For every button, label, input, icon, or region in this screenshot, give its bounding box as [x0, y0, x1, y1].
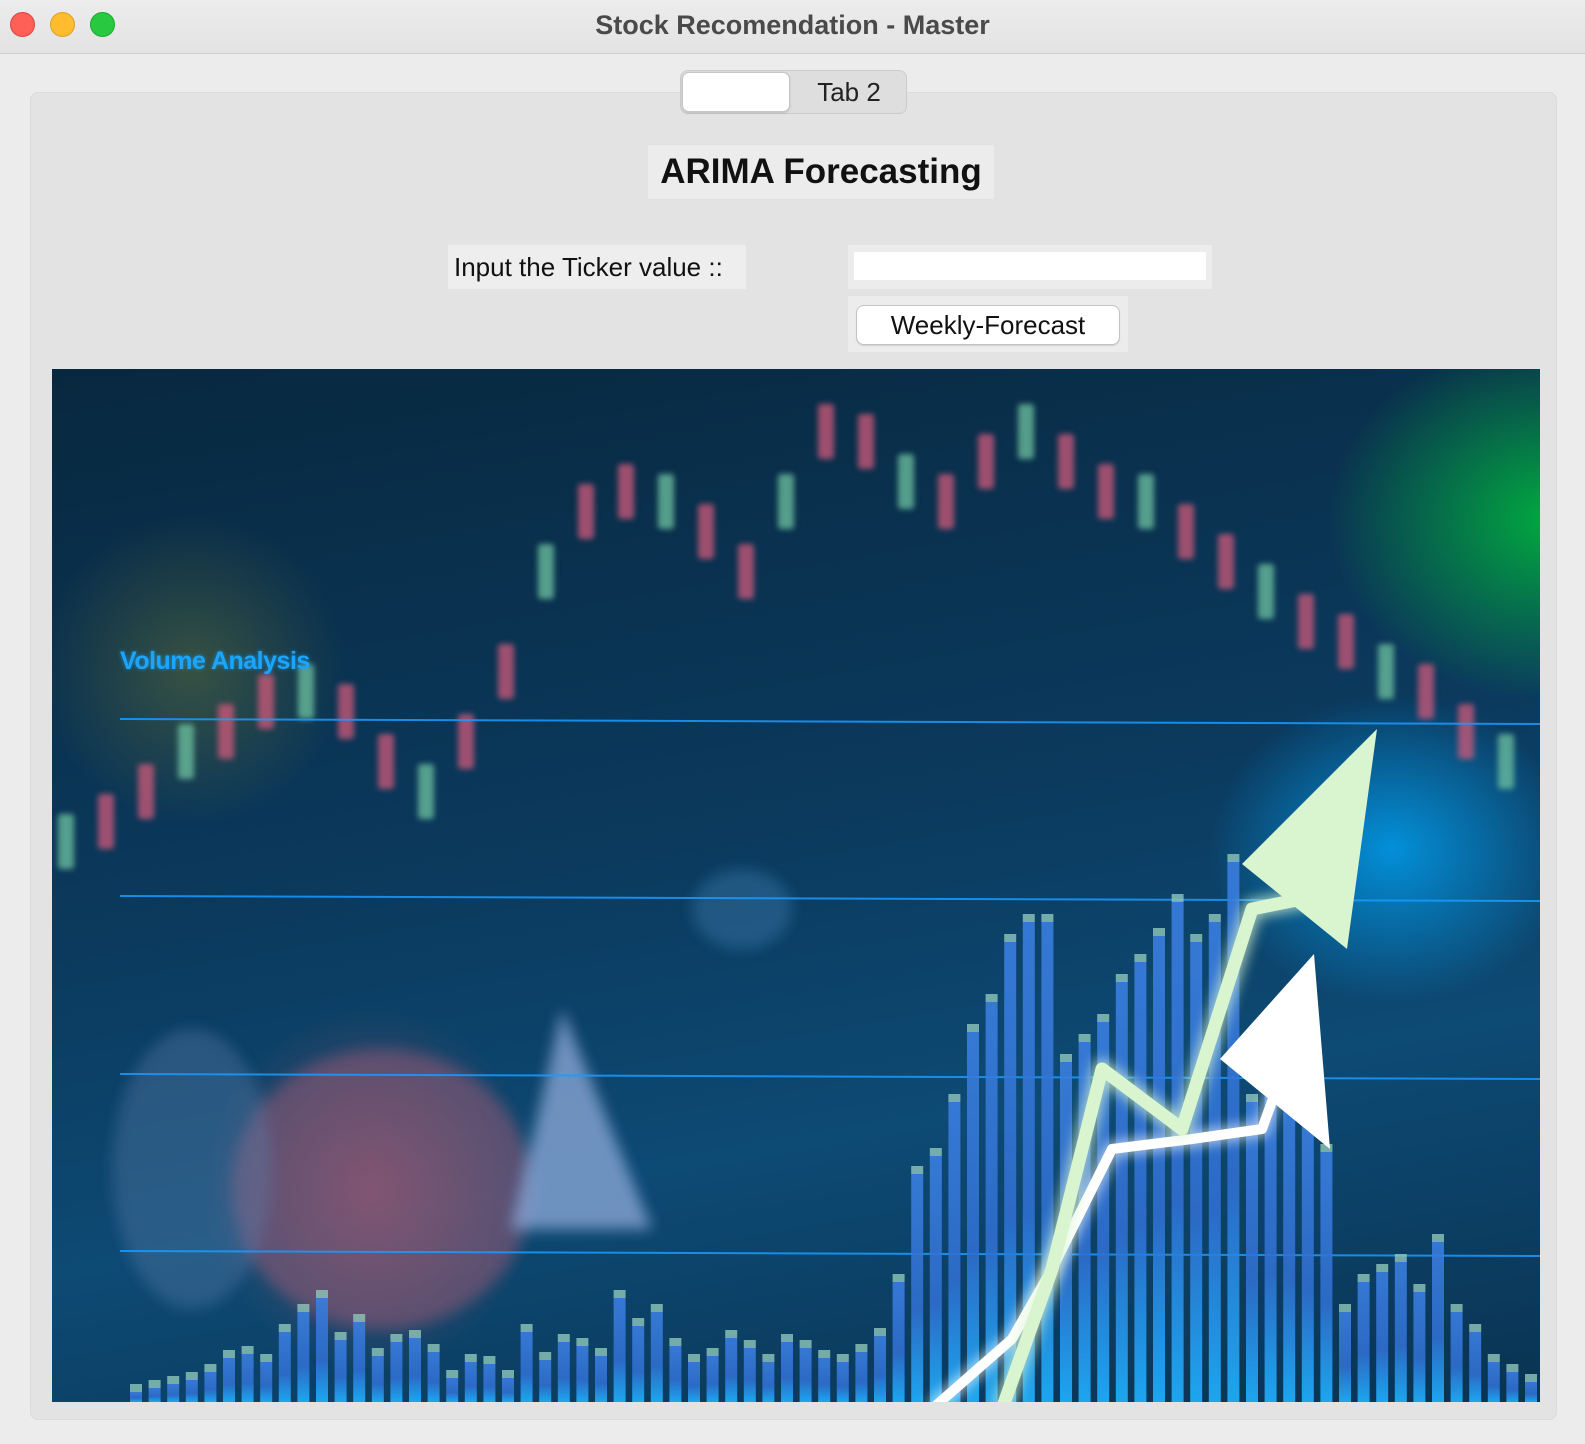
- weekly-forecast-button[interactable]: Weekly-Forecast: [856, 305, 1120, 345]
- volume-analysis-caption: Volume Analysis: [120, 647, 310, 675]
- ticker-input[interactable]: [854, 252, 1206, 280]
- stock-chart-illustration: [58, 404, 1540, 1402]
- forecast-button-frame: Weekly-Forecast: [848, 296, 1128, 352]
- window-title: Stock Recomendation - Master: [595, 10, 990, 40]
- ticker-label: Input the Ticker value ::: [448, 245, 746, 289]
- ticker-field-frame: [848, 245, 1212, 289]
- stock-chart-image: Volume Analysis: [52, 369, 1540, 1402]
- tab-1[interactable]: [682, 72, 790, 112]
- page-title: ARIMA Forecasting: [648, 145, 994, 199]
- tab-2[interactable]: Tab 2: [793, 71, 905, 113]
- title-bar: Stock Recomendation - Master: [0, 0, 1585, 54]
- tab-bar: Tab 2: [680, 70, 907, 114]
